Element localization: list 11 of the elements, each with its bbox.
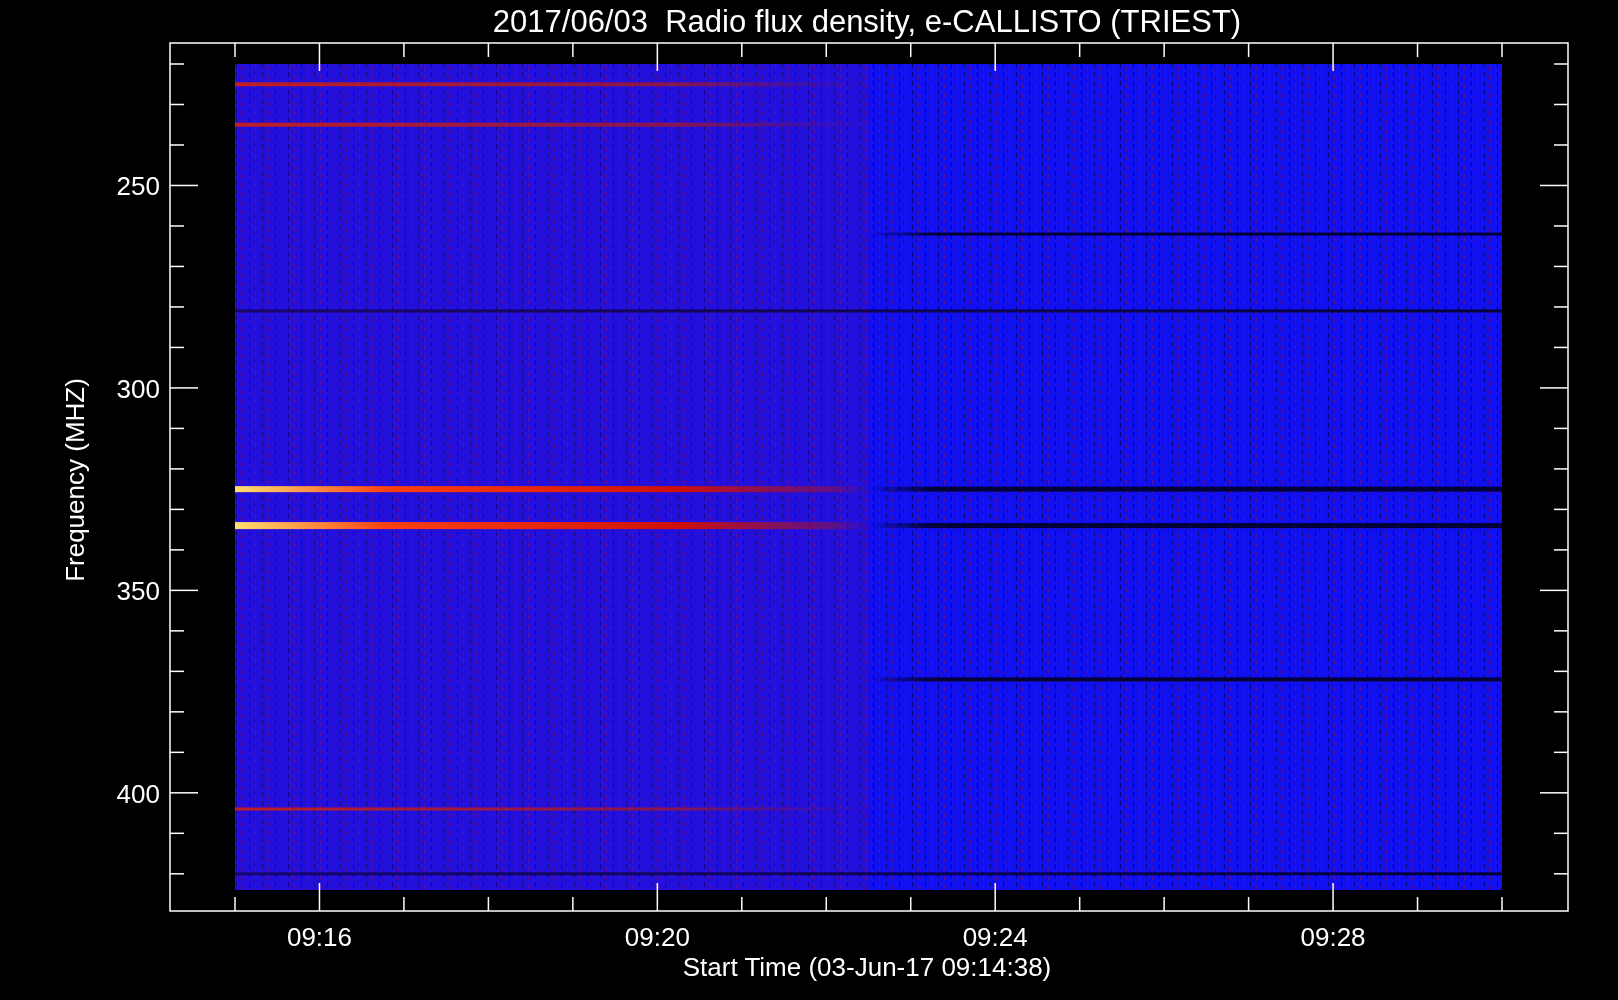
- x-axis-label: Start Time (03-Jun-17 09:14:38): [682, 952, 1052, 982]
- chart-title: 2017/06/03 Radio flux density, e-CALLISTO (TRIEST): [492, 4, 1242, 39]
- y-tick-label: 300: [116, 373, 160, 404]
- x-tick-label: 09:16: [286, 922, 352, 952]
- y-tick-label: 350: [116, 576, 160, 607]
- x-tick-label: 09:20: [624, 922, 690, 952]
- y-axis-label: Frequency (MHZ): [60, 378, 90, 582]
- y-tick-label: 400: [116, 778, 160, 809]
- x-tick-label: 09:28: [1300, 922, 1366, 952]
- x-tick-label: 09:24: [962, 922, 1028, 952]
- y-tick-label: 250: [116, 171, 160, 202]
